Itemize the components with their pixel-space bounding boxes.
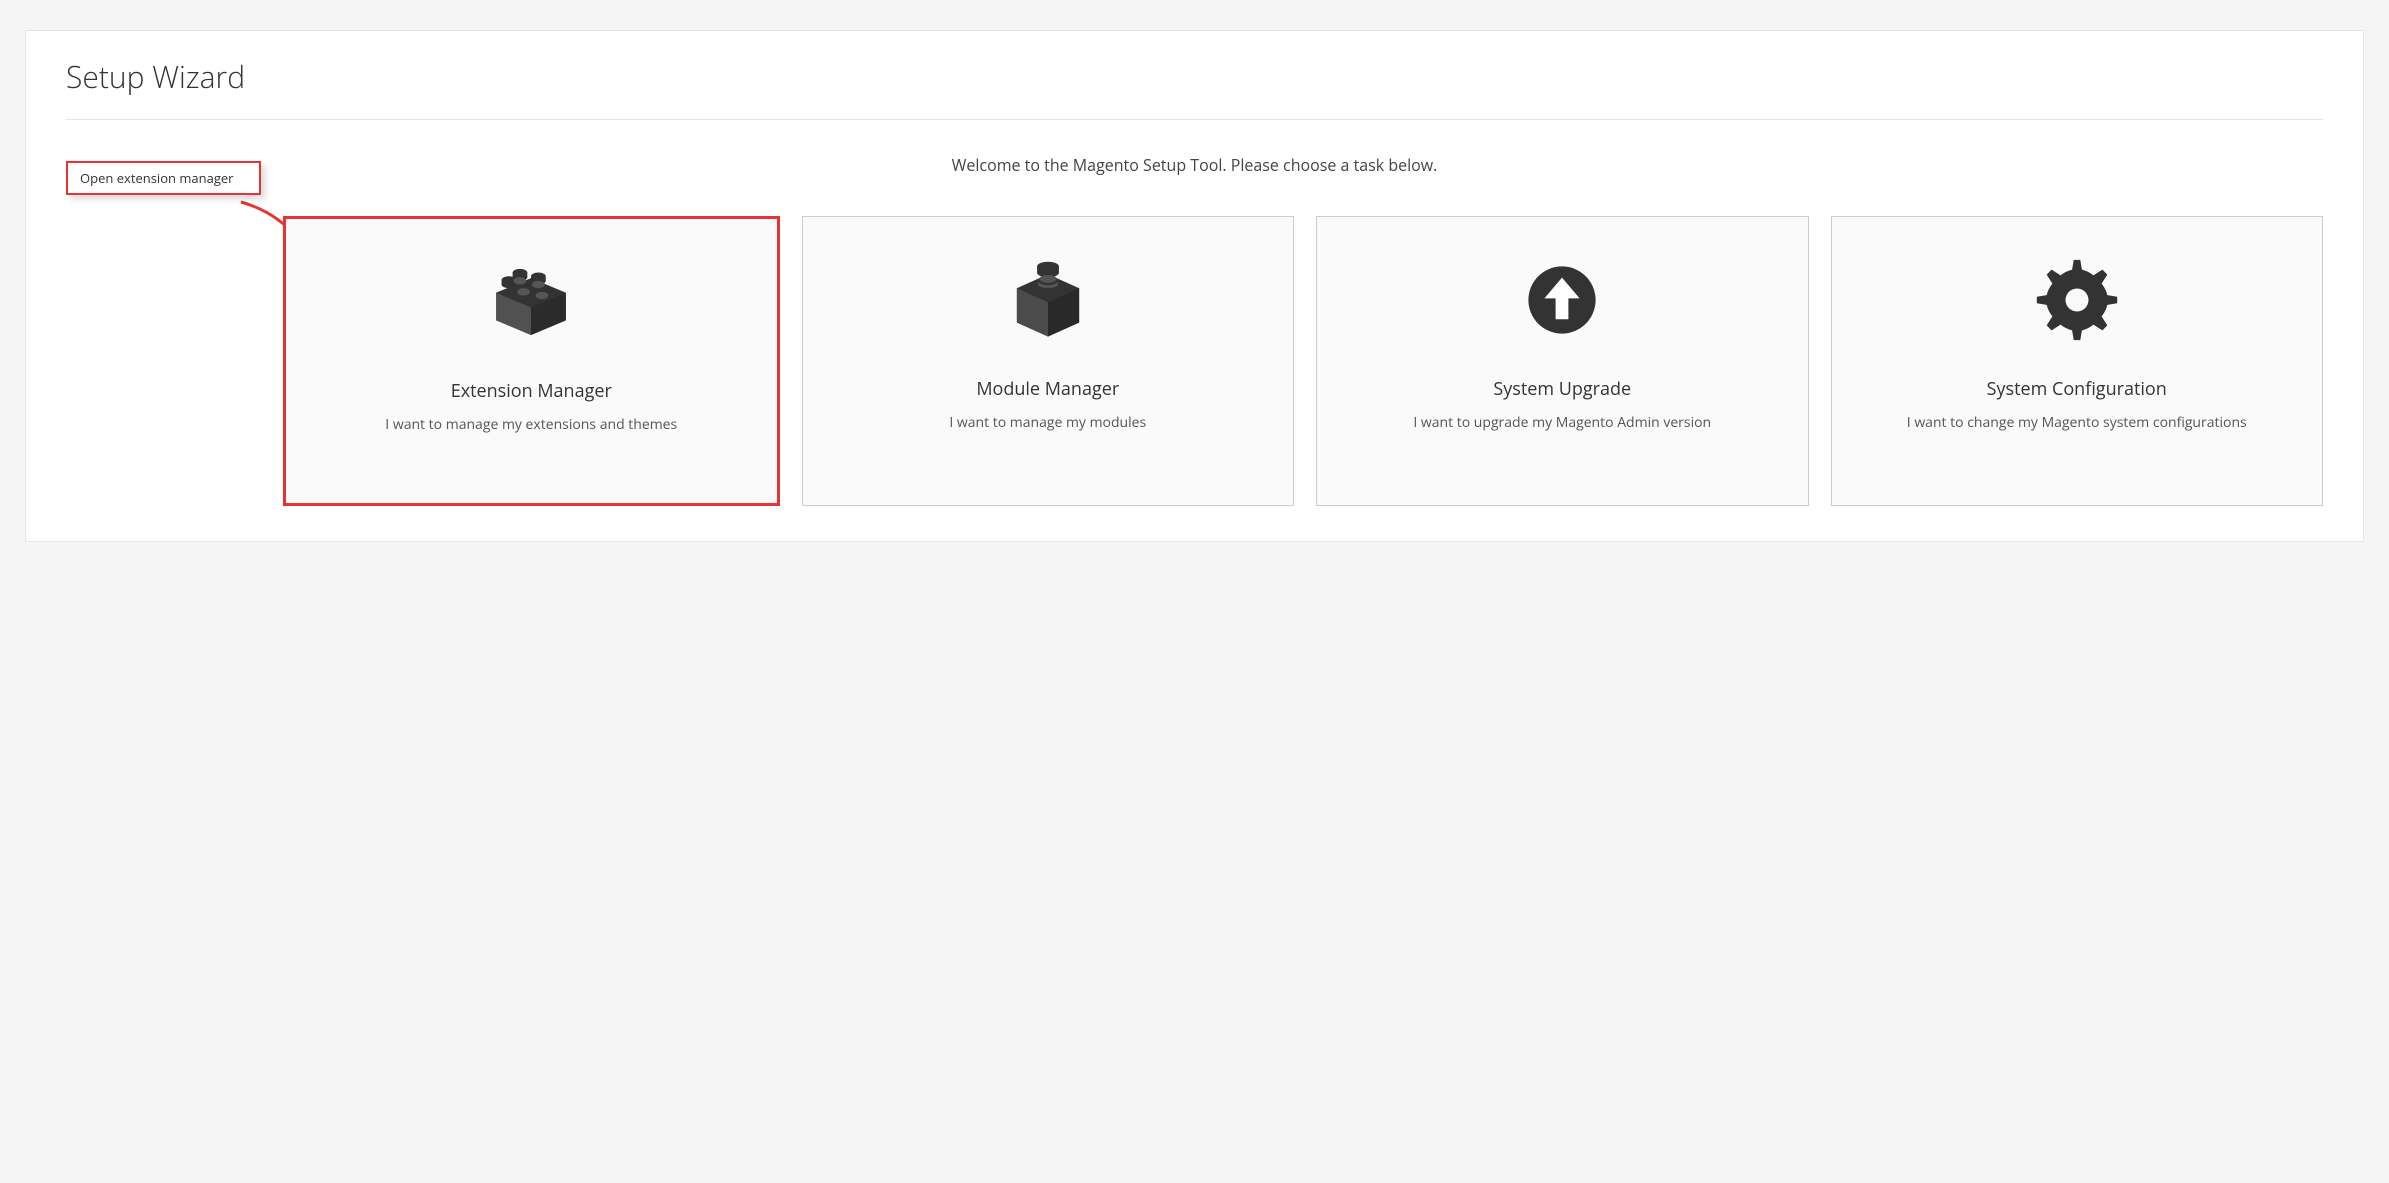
card-extension-manager[interactable]: Extension Manager I want to manage my ex…: [283, 216, 780, 506]
card-title: Module Manager: [976, 377, 1119, 401]
setup-wizard-panel: Setup Wizard Welcome to the Magento Setu…: [25, 30, 2364, 542]
card-description: I want to manage my extensions and theme…: [385, 415, 677, 435]
card-description: I want to change my Magento system confi…: [1907, 413, 2247, 433]
card-grid: Extension Manager I want to manage my ex…: [283, 216, 2323, 506]
cube-icon: [1009, 255, 1087, 345]
page-title: Setup Wizard: [66, 56, 2323, 120]
card-description: I want to upgrade my Magento Admin versi…: [1413, 413, 1711, 433]
gear-icon: [2036, 255, 2118, 345]
annotation-block: Open extension manager: [66, 161, 261, 257]
callout-open-extension-manager: Open extension manager: [66, 161, 261, 195]
arrow-icon: [236, 197, 261, 257]
card-title: Extension Manager: [451, 379, 612, 403]
welcome-text: Welcome to the Magento Setup Tool. Pleas…: [66, 154, 2323, 176]
card-title: System Upgrade: [1493, 377, 1631, 401]
content-row: Open extension manager: [66, 216, 2323, 506]
card-description: I want to manage my modules: [949, 413, 1146, 433]
card-title: System Configuration: [1987, 377, 2167, 401]
card-system-upgrade[interactable]: System Upgrade I want to upgrade my Mage…: [1316, 216, 1809, 506]
lego-brick-icon: [485, 257, 577, 347]
arrow-up-circle-icon: [1522, 255, 1602, 345]
card-system-configuration[interactable]: System Configuration I want to change my…: [1831, 216, 2324, 506]
card-module-manager[interactable]: Module Manager I want to manage my modul…: [802, 216, 1295, 506]
